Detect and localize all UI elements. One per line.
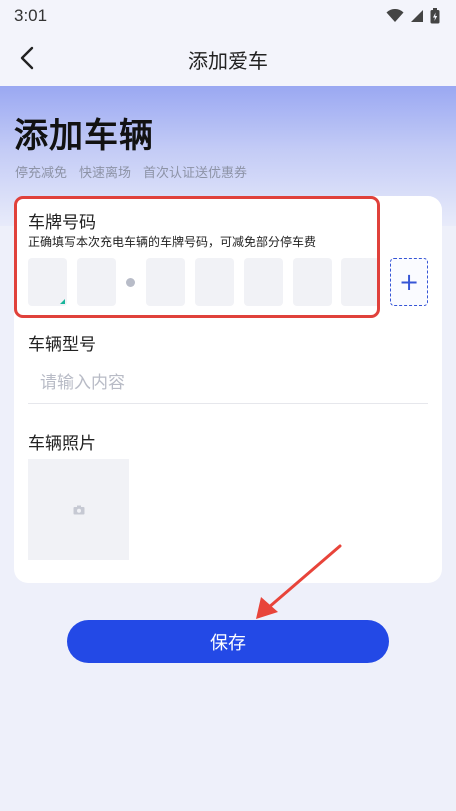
wifi-icon <box>386 9 404 22</box>
benefit-item: 快速离场 <box>79 166 132 181</box>
benefit-item: 停充减免 <box>15 166 68 181</box>
photo-upload[interactable] <box>28 459 129 560</box>
plate-highlight-frame <box>14 196 380 318</box>
model-label: 车辆型号 <box>28 335 96 355</box>
status-bar: 3:01 <box>0 0 456 32</box>
benefit-list: 停充减免 快速离场 首次认证送优惠券 <box>15 162 247 181</box>
plus-icon: + <box>398 268 420 296</box>
status-icons <box>386 8 440 24</box>
photo-label: 车辆照片 <box>28 434 96 454</box>
save-button[interactable]: 保存 <box>67 620 389 663</box>
plate-add-button[interactable]: + <box>390 258 428 306</box>
page-title: 添加爱车 <box>188 49 268 73</box>
benefit-item: 首次认证送优惠券 <box>143 166 248 181</box>
model-input[interactable] <box>28 362 428 404</box>
hero-title: 添加车辆 <box>14 116 154 156</box>
status-time: 3:01 <box>14 6 48 25</box>
nav-bar: 添加爱车 <box>0 32 456 86</box>
camera-icon <box>73 505 84 514</box>
battery-icon <box>430 8 440 24</box>
signal-icon <box>411 10 423 22</box>
